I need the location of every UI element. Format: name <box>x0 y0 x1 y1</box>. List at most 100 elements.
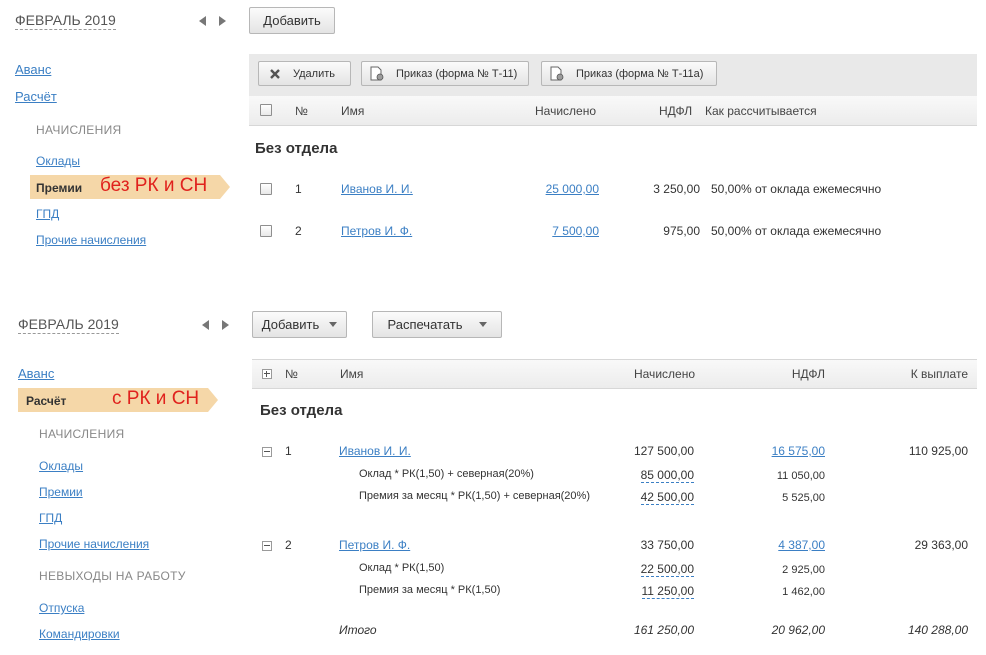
detail-accrued-value[interactable]: 42 500,00 <box>640 490 694 505</box>
col-how[interactable]: Как рассчитывается <box>705 104 817 118</box>
total-accrued: 161 250,00 <box>633 623 694 637</box>
detail-ndfl: 2 925,00 <box>782 564 825 576</box>
col-name[interactable]: Имя <box>341 104 364 118</box>
col-ndfl[interactable]: НДФЛ <box>730 367 825 381</box>
detail-label: Оклад * РК(1,50) <box>359 562 445 574</box>
order-t11-label: Приказ (форма № Т-11) <box>396 67 518 80</box>
total-payout: 140 288,00 <box>907 623 968 637</box>
next-period-arrow-icon[interactable] <box>222 320 229 330</box>
add-dropdown-label: Добавить <box>261 317 320 332</box>
detail-label: Оклад * РК(1,50) + северная(20%) <box>359 468 534 480</box>
sidebar-item-gpd[interactable]: ГПД <box>36 207 59 221</box>
row-name-link[interactable]: Иванов И. И. <box>339 444 411 458</box>
print-dropdown-label: Распечатать <box>387 317 463 332</box>
detail-ndfl: 11 050,00 <box>776 470 825 482</box>
row-num: 1 <box>295 182 302 196</box>
total-label: Итого <box>339 623 377 637</box>
col-num[interactable]: № <box>285 367 298 381</box>
delete-button[interactable]: Удалить <box>258 61 351 86</box>
section-label-accruals: НАЧИСЛЕНИЯ <box>36 123 122 137</box>
row-how: 50,00% от оклада ежемесячно <box>711 182 882 196</box>
row-num: 1 <box>285 444 292 458</box>
prev-period-arrow-icon[interactable] <box>199 16 206 26</box>
sidebar-item-other[interactable]: Прочие начисления <box>39 537 149 551</box>
chevron-down-icon <box>478 322 487 327</box>
collapse-row-icon[interactable] <box>262 447 272 457</box>
collapse-row-icon[interactable] <box>262 541 272 551</box>
detail-ndfl: 1 462,00 <box>782 586 825 598</box>
annotation-no-rk: без РК и СН <box>100 175 208 196</box>
row-checkbox[interactable] <box>260 225 272 237</box>
row-name-link[interactable]: Иванов И. И. <box>341 182 413 196</box>
detail-label: Премия за месяц * РК(1,50) <box>359 584 501 596</box>
row-ndfl[interactable]: 16 575,00 <box>730 444 825 458</box>
row-how: 50,00% от оклада ежемесячно <box>711 224 882 238</box>
sidebar-item-salaries[interactable]: Оклады <box>36 154 80 168</box>
row-ndfl: 975,00 <box>663 224 700 238</box>
delete-x-icon <box>270 68 280 79</box>
order-t11a-button[interactable]: Приказ (форма № Т-11а) <box>541 61 717 86</box>
detail-ndfl: 5 525,00 <box>782 492 825 504</box>
total-ndfl: 20 962,00 <box>771 623 825 637</box>
detail-accrued[interactable]: 85 000,00 <box>600 468 694 483</box>
nav-advance[interactable]: Аванс <box>18 366 54 381</box>
detail-accrued[interactable]: 11 250,00 <box>600 584 694 599</box>
expand-all-icon[interactable] <box>262 369 272 379</box>
col-ndfl[interactable]: НДФЛ <box>659 104 692 118</box>
sidebar-item-bonuses-label: Премии <box>36 181 83 195</box>
row-accrued-link[interactable]: 25 000,00 <box>546 182 599 196</box>
col-accrued[interactable]: Начислено <box>535 104 596 118</box>
sidebar-item-gpd[interactable]: ГПД <box>39 511 62 525</box>
row-ndfl-link[interactable]: 16 575,00 <box>772 444 825 458</box>
col-accrued[interactable]: Начислено <box>580 367 695 381</box>
print-dropdown-button[interactable]: Распечатать <box>372 311 502 338</box>
group-title: Без отдела <box>255 140 338 157</box>
section-label-absences: НЕВЫХОДЫ НА РАБОТУ <box>39 569 186 583</box>
nav-calc[interactable]: Расчёт <box>15 89 57 104</box>
row-num: 2 <box>285 538 292 552</box>
row-ndfl[interactable]: 4 387,00 <box>730 538 825 552</box>
row-name-link[interactable]: Петров И. Ф. <box>341 224 412 238</box>
sidebar-item-bonuses[interactable]: Премии <box>39 485 83 499</box>
sidebar-item-trips[interactable]: Командировки <box>39 627 120 641</box>
row-ndfl-link[interactable]: 4 387,00 <box>778 538 825 552</box>
detail-accrued-value[interactable]: 85 000,00 <box>640 468 694 483</box>
document-icon <box>370 66 384 81</box>
chevron-down-icon <box>329 322 338 327</box>
detail-accrued[interactable]: 22 500,00 <box>600 562 694 577</box>
detail-accrued-value[interactable]: 22 500,00 <box>640 562 694 577</box>
detail-accrued[interactable]: 42 500,00 <box>600 490 694 505</box>
prev-period-arrow-icon[interactable] <box>202 320 209 330</box>
next-period-arrow-icon[interactable] <box>219 16 226 26</box>
col-payout[interactable]: К выплате <box>860 367 968 381</box>
add-button[interactable]: Добавить <box>249 7 335 34</box>
row-num: 2 <box>295 224 302 238</box>
nav-advance[interactable]: Аванс <box>15 62 51 77</box>
group-title: Без отдела <box>260 402 343 419</box>
col-name[interactable]: Имя <box>340 367 363 381</box>
order-t11a-label: Приказ (форма № Т-11а) <box>576 67 704 80</box>
add-dropdown-button[interactable]: Добавить <box>252 311 347 338</box>
row-checkbox[interactable] <box>260 183 272 195</box>
sidebar-item-other[interactable]: Прочие начисления <box>36 233 146 247</box>
section-label-accruals: НАЧИСЛЕНИЯ <box>39 427 125 441</box>
annotation-with-rk: с РК и СН <box>112 388 200 409</box>
col-num[interactable]: № <box>295 104 308 118</box>
row-accrued[interactable]: 25 000,00 <box>500 182 599 196</box>
order-t11-button[interactable]: Приказ (форма № Т-11) <box>361 61 529 86</box>
row-ndfl: 3 250,00 <box>653 182 700 196</box>
row-accrued[interactable]: 7 500,00 <box>500 224 599 238</box>
row-accrued: 33 750,00 <box>640 538 694 552</box>
select-all-checkbox[interactable] <box>260 104 272 116</box>
detail-accrued-value[interactable]: 11 250,00 <box>641 584 694 599</box>
period-selector[interactable]: ФЕВРАЛЬ 2019 <box>18 316 119 334</box>
sidebar-item-salaries[interactable]: Оклады <box>39 459 83 473</box>
delete-button-label: Удалить <box>293 67 335 80</box>
row-name-link[interactable]: Петров И. Ф. <box>339 538 410 552</box>
period-selector[interactable]: ФЕВРАЛЬ 2019 <box>15 12 116 30</box>
row-payout: 29 363,00 <box>914 538 968 552</box>
nav-calc-label: Расчёт <box>26 394 67 408</box>
row-accrued-link[interactable]: 7 500,00 <box>552 224 599 238</box>
sidebar-item-vacations[interactable]: Отпуска <box>39 601 84 615</box>
document-icon <box>550 66 564 81</box>
